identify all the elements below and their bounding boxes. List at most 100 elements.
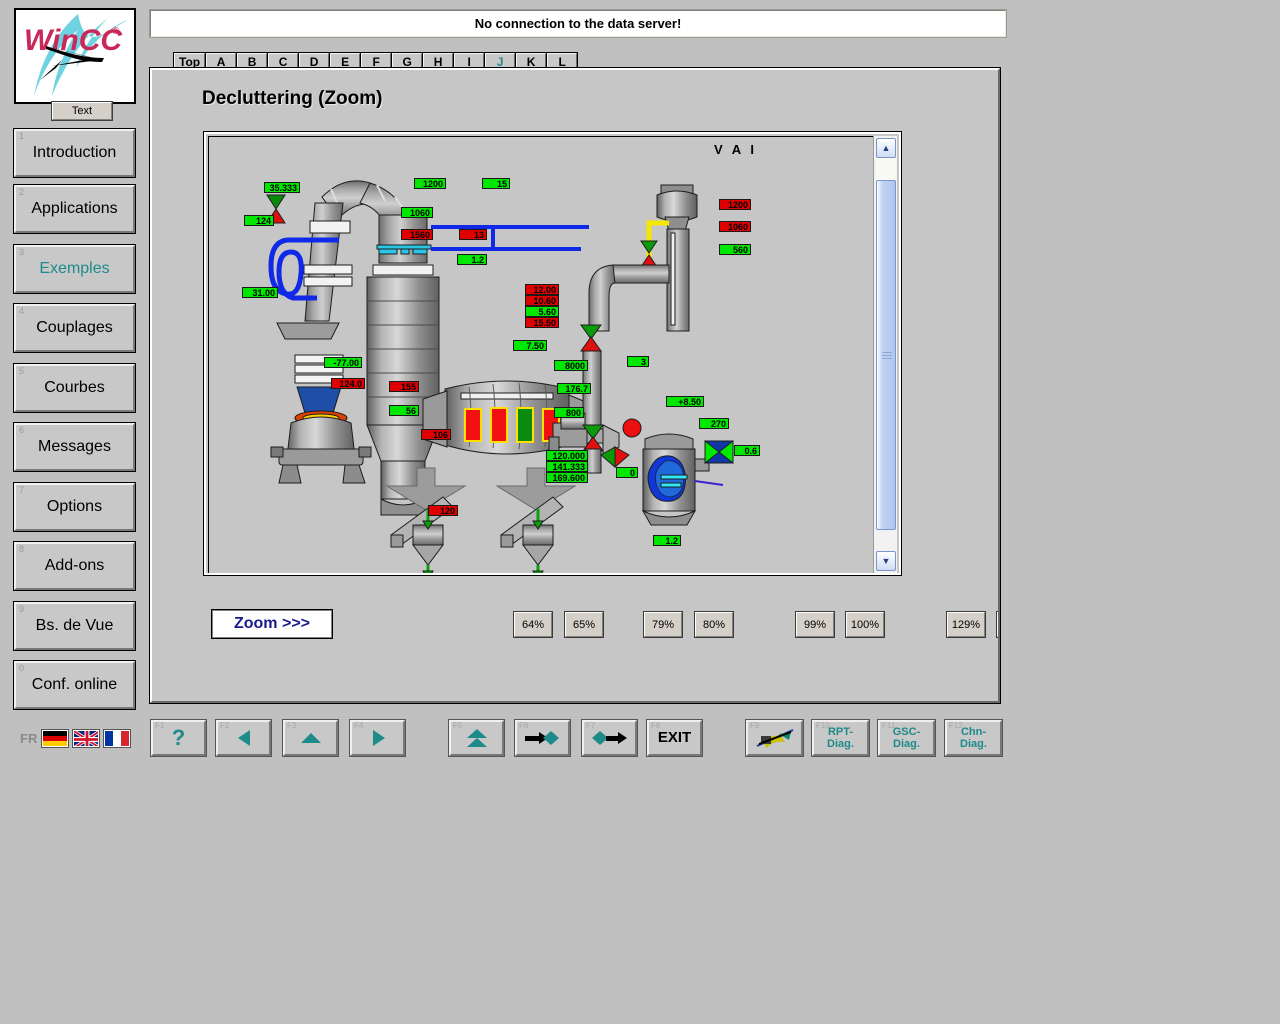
- zoom-level-65[interactable]: 65%: [564, 611, 604, 638]
- sidebar-item-add-ons[interactable]: 8 Add-ons: [13, 541, 136, 591]
- function-key-f4[interactable]: F4: [349, 719, 406, 757]
- sidebar-item-messages[interactable]: 6 Messages: [13, 422, 136, 472]
- zoom-level-64[interactable]: 64%: [513, 611, 553, 638]
- zoom-level-100[interactable]: 100%: [845, 611, 885, 638]
- scrollbar-grip-icon: [882, 352, 892, 359]
- function-key-f9[interactable]: F9: [745, 719, 804, 757]
- arrow-right-icon: [368, 728, 388, 748]
- process-value-tag: 31.00: [242, 287, 278, 298]
- wincc-logo-panel: WinCC ®: [14, 8, 136, 104]
- process-value-tag: 56: [389, 405, 419, 416]
- wincc-logo-icon: WinCC ®: [24, 14, 128, 96]
- process-value-tag: 0: [616, 467, 638, 478]
- function-key-index: F6: [519, 721, 529, 730]
- function-key-f2[interactable]: F2: [215, 719, 272, 757]
- diagram-vertical-scrollbar[interactable]: ▲ ▼: [873, 136, 897, 573]
- page-title: Decluttering (Zoom): [202, 88, 383, 109]
- process-value-tag: 1560: [401, 229, 433, 240]
- zoom-level-79[interactable]: 79%: [643, 611, 683, 638]
- chn-diag-icon: Chn- Diag.: [960, 726, 987, 750]
- process-value-tag: 1060: [719, 221, 751, 232]
- exit-icon: EXIT: [657, 729, 692, 746]
- svg-text:®: ®: [112, 26, 120, 37]
- sidebar-item-bs-de-vue[interactable]: 9 Bs. de Vue: [13, 601, 136, 651]
- diamond-to-arrow-icon: [591, 728, 629, 748]
- process-value-tag: 15: [482, 178, 510, 189]
- function-key-f11[interactable]: F11 GSC- Diag.: [877, 719, 936, 757]
- sidebar-item-exemples[interactable]: 3 Exemples: [13, 244, 136, 294]
- function-key-f5[interactable]: F5: [448, 719, 505, 757]
- process-value-tag: 12.00: [525, 284, 559, 295]
- process-value-tag: 1060: [401, 207, 433, 218]
- sidebar-item-label: Introduction: [32, 144, 117, 161]
- zoom-level-99[interactable]: 99%: [795, 611, 835, 638]
- sidebar-item-index: 7: [19, 485, 25, 495]
- function-key-index: F12: [949, 721, 963, 730]
- process-value-tag: 141.333: [546, 461, 588, 472]
- function-key-f6[interactable]: F6: [514, 719, 571, 757]
- function-key-index: F10: [816, 721, 830, 730]
- process-value-tag: 560: [719, 244, 751, 255]
- scroll-up-button[interactable]: ▲: [876, 138, 896, 158]
- zoom-level-130[interactable]: 130%: [996, 611, 998, 638]
- sidebar-item-courbes[interactable]: 5 Courbes: [13, 363, 136, 413]
- sidebar-item-index: 4: [19, 306, 25, 316]
- zoom-level-129[interactable]: 129%: [946, 611, 986, 638]
- gsc-diag-icon: GSC- Diag.: [892, 726, 921, 750]
- arrow-left-icon: [234, 728, 254, 748]
- zoom-label-button[interactable]: Zoom >>>: [211, 609, 333, 639]
- zoom-level-80[interactable]: 80%: [694, 611, 734, 638]
- process-value-tag: 8000: [554, 360, 588, 371]
- status-bar: No connection to the data server!: [149, 9, 1007, 38]
- function-key-index: F11: [882, 721, 896, 730]
- function-key-f3[interactable]: F3: [282, 719, 339, 757]
- process-value-tag: 1.2: [457, 254, 487, 265]
- function-key-f7[interactable]: F7: [581, 719, 638, 757]
- process-value-tag: 5.60: [525, 306, 559, 317]
- sidebar-item-label: Courbes: [44, 379, 105, 396]
- process-value-tag: 7.50: [513, 340, 547, 351]
- arrow-to-diamond-icon: [524, 728, 562, 748]
- sidebar-item-index: 8: [19, 544, 25, 554]
- germany-flag-icon[interactable]: [41, 729, 70, 748]
- process-value-tag: 120: [428, 505, 458, 516]
- double-arrow-up-icon: [464, 727, 490, 749]
- process-schematic-graphic: [266, 180, 734, 573]
- sidebar-item-index: 2: [19, 187, 25, 197]
- sidebar-item-options[interactable]: 7 Options: [13, 482, 136, 532]
- sidebar-item-applications[interactable]: 2 Applications: [13, 184, 136, 234]
- sidebar-item-conf-online[interactable]: 0 Conf. online: [13, 660, 136, 710]
- process-value-tag: 120.000: [546, 450, 588, 461]
- uk-flag-icon[interactable]: [72, 729, 101, 748]
- scroll-down-button[interactable]: ▼: [876, 551, 896, 571]
- process-value-tag: 124: [244, 215, 274, 226]
- function-key-f1[interactable]: F1?: [150, 719, 207, 757]
- svg-text:WinCC: WinCC: [24, 24, 123, 57]
- function-key-index: F4: [354, 721, 364, 730]
- sidebar-item-index: 0: [19, 663, 25, 673]
- france-flag-icon[interactable]: [103, 729, 132, 748]
- process-value-tag: 800: [554, 407, 584, 418]
- function-key-f8[interactable]: F8 EXIT: [646, 719, 703, 757]
- function-key-index: F2: [220, 721, 230, 730]
- sidebar-item-couplages[interactable]: 4 Couplages: [13, 303, 136, 353]
- function-key-f12[interactable]: F12 Chn- Diag.: [944, 719, 1003, 757]
- process-value-tag: 155: [389, 381, 419, 392]
- scrollbar-track-upper[interactable]: [876, 158, 896, 180]
- process-value-tag: 1.2: [653, 535, 681, 546]
- process-value-tag: 106: [421, 429, 451, 440]
- process-value-tag: 13: [459, 229, 487, 240]
- status-message: No connection to the data server!: [474, 16, 682, 31]
- rpt-diag-icon: RPT- Diag.: [827, 726, 854, 750]
- process-value-tag: 15.50: [525, 317, 559, 328]
- sidebar-item-index: 5: [19, 366, 25, 376]
- scrollbar-thumb[interactable]: [876, 180, 896, 530]
- function-key-index: F8: [651, 721, 661, 730]
- function-key-index: F7: [586, 721, 596, 730]
- function-key-index: F5: [453, 721, 463, 730]
- function-key-f10[interactable]: F10 RPT- Diag.: [811, 719, 870, 757]
- process-diagram-viewport[interactable]: V A I 35.333 124 1200 15 1060 1560 13 1.…: [208, 136, 873, 573]
- sidebar-item-introduction[interactable]: 1 Introduction: [13, 128, 136, 178]
- function-key-index: F3: [287, 721, 297, 730]
- text-button[interactable]: Text: [51, 101, 113, 121]
